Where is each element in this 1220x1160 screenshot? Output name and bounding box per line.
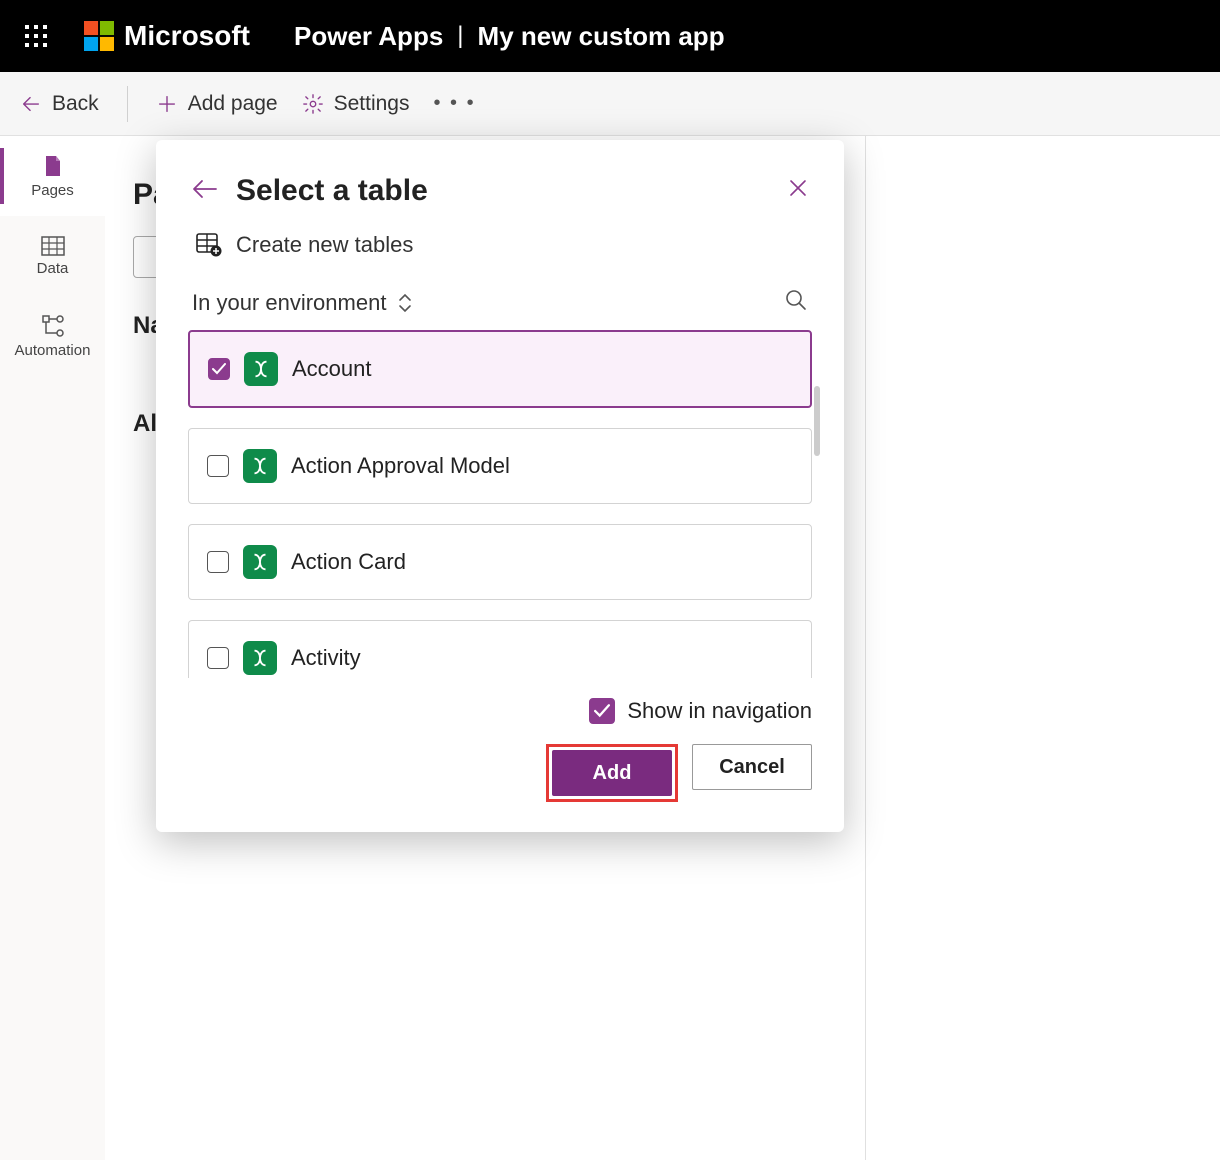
select-table-dialog: Select a table Create new tables In your… (156, 140, 844, 832)
page-icon (42, 154, 64, 178)
rail-automation[interactable]: Automation (0, 296, 105, 376)
dialog-title: Select a table (236, 174, 788, 208)
table-item-label: Activity (291, 645, 361, 671)
show-in-navigation-row: Show in navigation (188, 698, 812, 724)
add-page-label: Add page (188, 92, 278, 116)
arrow-left-icon (192, 179, 218, 199)
table-add-icon (196, 233, 222, 257)
rail-automation-label: Automation (15, 342, 91, 359)
scrollbar[interactable] (814, 386, 820, 456)
rail-data[interactable]: Data (0, 216, 105, 296)
more-button[interactable]: • • • (434, 92, 476, 115)
environment-filter-label: In your environment (192, 290, 386, 316)
close-icon (788, 178, 808, 198)
rail-pages-label: Pages (31, 182, 74, 199)
back-label: Back (52, 92, 99, 116)
waffle-icon (25, 25, 47, 47)
table-search-button[interactable] (784, 288, 808, 318)
checkbox[interactable] (207, 647, 229, 669)
dataverse-icon (243, 641, 277, 675)
dialog-close-button[interactable] (788, 178, 808, 204)
checkbox[interactable] (207, 455, 229, 477)
microsoft-logo-icon (84, 21, 114, 51)
add-page-button[interactable]: Add page (156, 92, 278, 116)
rail-data-label: Data (37, 260, 69, 277)
flow-icon (41, 314, 65, 338)
show-in-navigation-checkbox[interactable] (589, 698, 615, 724)
command-bar: Back Add page Settings • • • (0, 72, 1220, 136)
add-button-label: Add (593, 762, 632, 785)
table-icon (41, 236, 65, 256)
dataverse-icon (244, 352, 278, 386)
app-launcher-button[interactable] (16, 16, 56, 56)
table-item-label: Account (292, 356, 372, 382)
microsoft-logo: Microsoft (84, 20, 250, 52)
toolbar-divider (127, 86, 128, 122)
add-button[interactable]: Add (552, 750, 672, 796)
ellipsis-icon: • • • (434, 92, 476, 115)
table-list: Account Action Approval Model Action Car… (156, 330, 844, 678)
document-title[interactable]: My new custom app (478, 21, 725, 52)
environment-filter[interactable]: In your environment (156, 272, 844, 330)
search-icon (784, 288, 808, 312)
dataverse-icon (243, 545, 277, 579)
arrow-left-icon (20, 93, 42, 115)
cancel-button-label: Cancel (719, 756, 785, 779)
table-item-action-card[interactable]: Action Card (188, 524, 812, 600)
create-new-tables-button[interactable]: Create new tables (156, 218, 844, 272)
settings-button[interactable]: Settings (302, 92, 410, 116)
preview-pane (865, 136, 1220, 1160)
gear-icon (302, 93, 324, 115)
left-rail: Pages Data Automation (0, 136, 105, 1160)
check-icon (212, 363, 226, 375)
highlight-box: Add (546, 744, 678, 802)
dataverse-icon (243, 449, 277, 483)
table-item-label: Action Card (291, 549, 406, 575)
table-item-activity[interactable]: Activity (188, 620, 812, 678)
table-item-label: Action Approval Model (291, 453, 510, 479)
separator: | (457, 22, 463, 50)
settings-label: Settings (334, 92, 410, 116)
cancel-button[interactable]: Cancel (692, 744, 812, 790)
back-button[interactable]: Back (20, 92, 99, 116)
show-in-navigation-label: Show in navigation (627, 698, 812, 724)
sort-chevron-icon (396, 292, 414, 314)
create-new-tables-label: Create new tables (236, 232, 413, 258)
table-item-account[interactable]: Account (188, 330, 812, 408)
checkbox[interactable] (208, 358, 230, 380)
top-bar: Microsoft Power Apps | My new custom app (0, 0, 1220, 72)
rail-pages[interactable]: Pages (0, 136, 105, 216)
brand-text: Microsoft (124, 20, 250, 52)
check-icon (594, 704, 610, 718)
dialog-back-button[interactable] (192, 179, 218, 204)
table-item-action-approval-model[interactable]: Action Approval Model (188, 428, 812, 504)
app-name[interactable]: Power Apps (294, 21, 443, 52)
plus-icon (156, 93, 178, 115)
checkbox[interactable] (207, 551, 229, 573)
